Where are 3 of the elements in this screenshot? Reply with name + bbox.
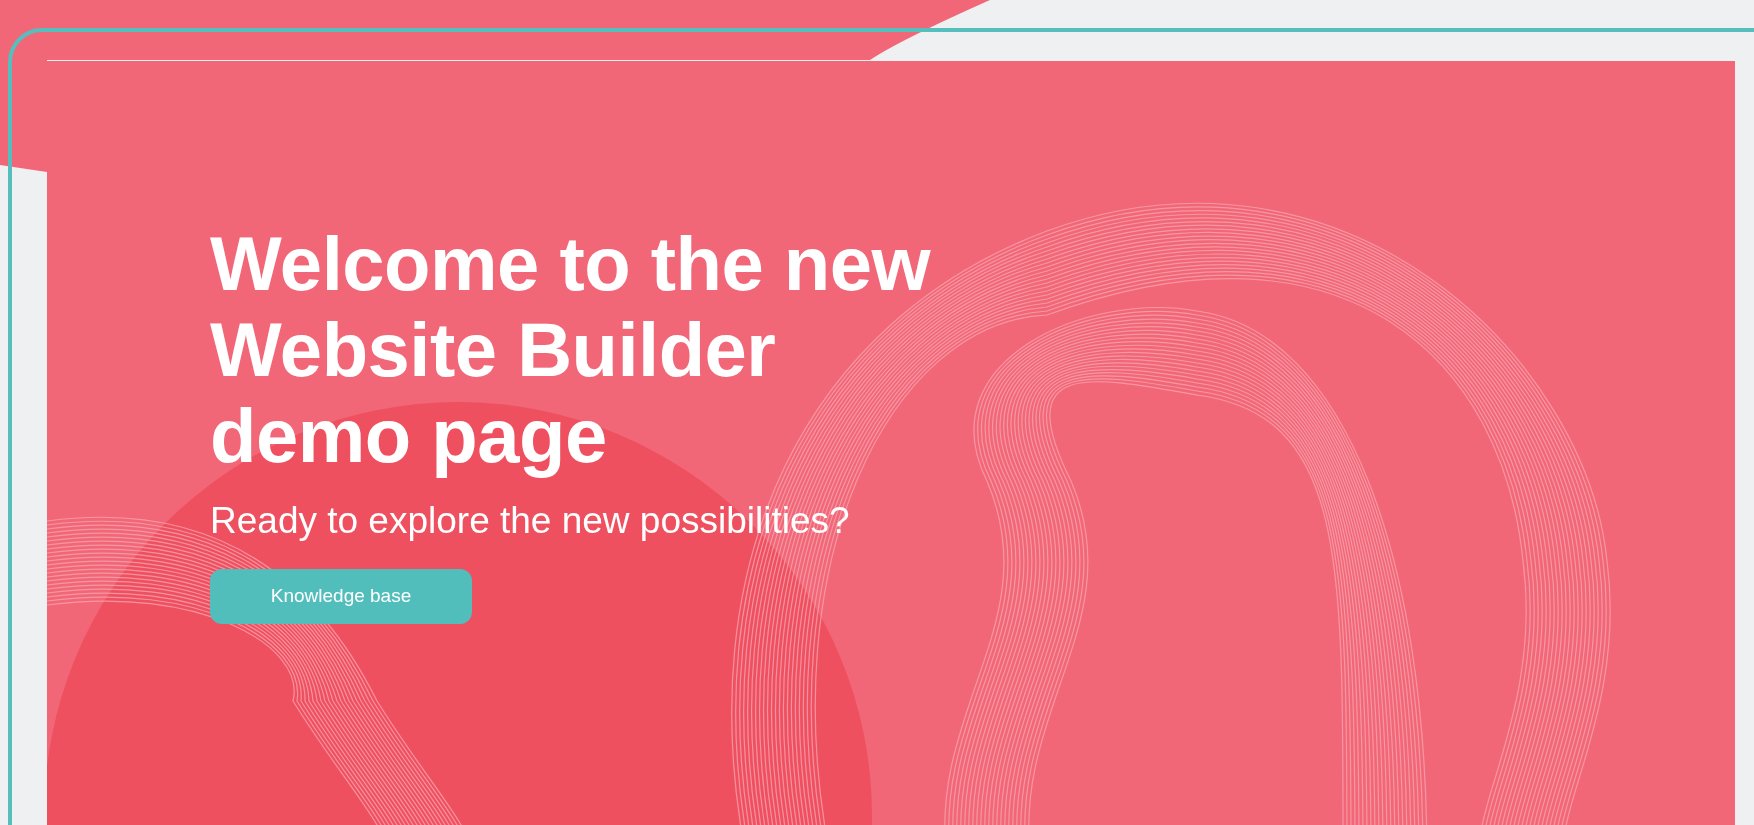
knowledge-base-button[interactable]: Knowledge base [210, 568, 472, 624]
hero-heading: Welcome to the new Website Builder demo page [210, 221, 932, 479]
hero-subtitle: Ready to explore the new possibilities? [210, 499, 851, 543]
